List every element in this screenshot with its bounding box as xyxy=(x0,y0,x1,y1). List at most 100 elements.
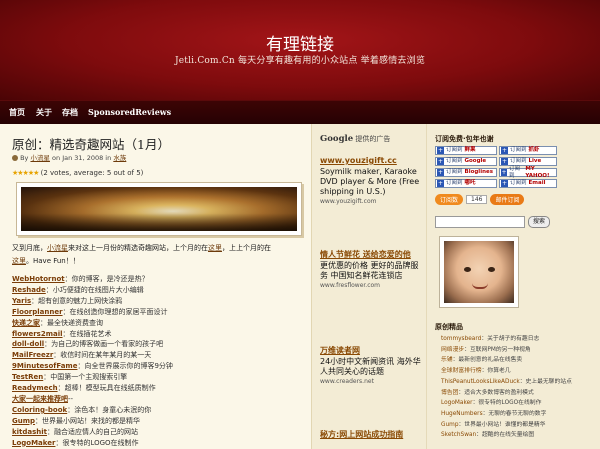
rating-stars-icon[interactable]: ★★★★★ xyxy=(12,169,39,177)
featured-link[interactable]: HugeNumbers xyxy=(441,411,483,417)
baby-photo xyxy=(439,236,519,308)
featured-link[interactable]: Gump xyxy=(441,422,459,428)
email-subscribe-button[interactable]: 邮件订阅 xyxy=(490,194,525,205)
ad-title[interactable]: www.youzigift.cc xyxy=(320,156,424,166)
site-link[interactable]: WebHotornot xyxy=(12,275,65,283)
subscribe-button[interactable]: + 订阅到 MY YAHOO! xyxy=(499,165,557,179)
site-list-item: WebHotornot：你的博客，是冷还是热？ xyxy=(12,274,308,285)
subscribe-service: Live xyxy=(528,158,542,164)
ad-title[interactable]: 万维读者网 xyxy=(320,346,424,356)
site-description: ：最全快递资费查询 xyxy=(40,318,103,327)
site-list: WebHotornot：你的博客，是冷还是热？ Reshade：小巧便捷的在线图片… xyxy=(12,274,308,449)
ad-body: Soymilk maker, Karaoke DVD player & More… xyxy=(320,167,420,196)
intro-text: 又到月底， xyxy=(12,244,47,252)
site-link[interactable]: Yaris xyxy=(12,297,31,305)
site-link[interactable]: Floorplanner xyxy=(12,308,63,316)
right-sidebar: 订阅免费·包年也谢 + 订阅到 鲜果 + 订阅到 抓虾 + 订阅到 Google + 订阅到 Live… xyxy=(426,124,600,449)
eye-shape xyxy=(488,267,495,272)
intro-link-two-months[interactable]: 这里 xyxy=(12,257,26,265)
subscribe-button[interactable]: + 订阅到 Bloglines xyxy=(435,168,497,177)
intro-author-link[interactable]: 小流星 xyxy=(47,244,68,252)
nav-archive[interactable]: 存档 xyxy=(62,107,78,118)
subscribe-label: 订阅到 xyxy=(509,165,521,179)
subscribe-buttons: + 订阅到 鲜果 + 订阅到 抓虾 + 订阅到 Google + 订阅到 Live + 订阅到 Blogli… xyxy=(435,146,597,190)
site-list-item: LogoMaker：很专特的LOGO在线制作 xyxy=(12,438,308,449)
featured-link[interactable]: LogoMaker xyxy=(441,400,473,406)
post-rating[interactable]: ★★★★★ (2 votes, average: 5 out of 5) xyxy=(12,169,143,177)
site-link[interactable]: 快递之家 xyxy=(12,319,40,327)
featured-link-desc: ：史上最无聊的站点 xyxy=(519,378,572,385)
post-title[interactable]: 原创：精选奇趣网站（1月） xyxy=(12,134,170,153)
featured-link[interactable]: 博告团 xyxy=(441,390,458,396)
site-link[interactable]: LogoMaker xyxy=(12,439,55,447)
featured-link[interactable]: 全球财富排行榜 xyxy=(441,368,482,374)
featured-link[interactable]: ThisPeanutLooksLikeADuck xyxy=(441,379,520,385)
nav-home[interactable]: 首页 xyxy=(9,107,25,118)
site-description: ：融合适应情人的自己的网站 xyxy=(47,427,139,436)
site-link[interactable]: Reshade xyxy=(12,286,46,294)
ad-block[interactable]: 万维读者网 24小时中文新闻资讯 海外华人共同关心的话题 www.creader… xyxy=(320,346,424,385)
site-list-item: doll-doll：为自己的博客做画一个看家的孩子吧 xyxy=(12,339,308,350)
site-list-item: 大家一起来推荐吧-- xyxy=(12,394,308,405)
site-link[interactable]: flowers2mail xyxy=(12,330,63,338)
intro-link-last-month[interactable]: 这里 xyxy=(208,244,222,252)
ad-block[interactable]: www.youzigift.cc Soymilk maker, Karaoke … xyxy=(320,156,424,205)
subscribe-button[interactable]: + 订阅到 鲜果 xyxy=(435,146,497,155)
featured-link[interactable]: 网络漫步 xyxy=(441,347,464,353)
site-link[interactable]: TestRen xyxy=(12,373,43,381)
featured-link[interactable]: 乐铺 xyxy=(441,357,453,363)
nav-sponsored-reviews[interactable]: SponsoredReviews xyxy=(88,107,171,117)
site-link[interactable]: Readymech xyxy=(12,384,58,392)
search-button[interactable]: 搜索 xyxy=(528,216,550,228)
feed-count-label[interactable]: 订阅数 xyxy=(435,194,464,205)
rating-text: (2 votes, average: 5 out of 5) xyxy=(40,169,144,177)
site-link[interactable]: doll-doll xyxy=(12,340,44,348)
subscribe-label: 订阅到 xyxy=(446,169,463,175)
site-link[interactable]: 9MinutesofFame xyxy=(12,362,77,370)
intro-text: 。Have Fun！！ xyxy=(26,257,80,265)
meta-date: on Jan 31, 2008 in xyxy=(52,154,112,162)
subscribe-button[interactable]: + 订阅到 抓虾 xyxy=(499,146,557,155)
plus-icon: + xyxy=(437,180,444,187)
site-description: Jetli.Com.Cn 每天分享有趣有用的小众站点 举着感情去浏览 xyxy=(174,56,426,66)
subscribe-label: 订阅到 xyxy=(510,180,527,186)
ad-block[interactable]: 秘方:网上网站成功指南 xyxy=(320,430,424,440)
site-link[interactable]: 大家一起来推荐吧 xyxy=(12,395,68,403)
featured-link-item: 网络漫步：互联网PM的另一种视角 xyxy=(441,345,600,356)
category-link[interactable]: 水族 xyxy=(113,154,126,162)
nav-about[interactable]: 关于 xyxy=(36,107,52,118)
site-link[interactable]: kitdashit xyxy=(12,428,47,436)
featured-link-item: LogoMaker：很专特的LOGO在线制作 xyxy=(441,398,600,409)
site-list-item: Coloring-book：涂色本！身童心未泯的你 xyxy=(12,405,308,416)
ad-title[interactable]: 情人节鲜花 送给恋爱的他 xyxy=(320,250,424,260)
site-list-item: kitdashit：融合适应情人的自己的网站 xyxy=(12,427,308,438)
featured-link[interactable]: tommysbeard xyxy=(441,336,481,342)
site-link[interactable]: Coloring-book xyxy=(12,406,67,414)
subscribe-button[interactable]: + 订阅到 Email xyxy=(499,179,557,188)
ad-url[interactable]: www.fresflower.com xyxy=(320,282,424,289)
site-description: ：中国第一个主观搜索引擎 xyxy=(43,373,128,382)
site-link[interactable]: MailFreezr xyxy=(12,351,53,359)
ad-block[interactable]: 情人节鲜花 送给恋爱的他 更优惠的价格 更好的品牌服务 中国知名鲜花连锁店 ww… xyxy=(320,250,424,289)
featured-link-desc: ：你算老几 xyxy=(481,368,511,375)
featured-link-desc: ：世界最小网站！谁懂的都是精华 xyxy=(458,421,546,428)
site-list-item: flowers2mail：在线插花艺术 xyxy=(12,329,308,340)
author-link[interactable]: 小流星 xyxy=(30,154,50,162)
site-description: ：超棒！模型玩具在线纸质制作 xyxy=(57,384,156,393)
search-input[interactable] xyxy=(435,216,525,228)
subscribe-button[interactable]: + 订阅到 哪吒 xyxy=(435,179,497,188)
subscribe-title: 订阅免费·包年也谢 xyxy=(435,135,494,143)
site-link[interactable]: Gump xyxy=(12,417,35,425)
plus-icon: + xyxy=(501,180,508,187)
featured-link-item: tommysbeard：关于胡子的有趣日志 xyxy=(441,334,600,345)
ad-title[interactable]: 秘方:网上网站成功指南 xyxy=(320,430,424,440)
featured-link-item: HugeNumbers：无聊的春节无聊的数字 xyxy=(441,409,600,420)
featured-link[interactable]: SketchSwan xyxy=(441,432,476,438)
post-meta: By 小流星 on Jan 31, 2008 in 水族 xyxy=(12,152,126,162)
ad-url[interactable]: www.creaders.net xyxy=(320,378,424,385)
subscribe-button[interactable]: + 订阅到 Google xyxy=(435,157,497,166)
site-title[interactable]: 有理链接 xyxy=(0,30,600,55)
ad-url[interactable]: www.youzigift.com xyxy=(320,198,424,205)
ad-body: 24小时中文新闻资讯 海外华人共同关心的话题 xyxy=(320,357,421,376)
subscribe-row: + 订阅到 鲜果 + 订阅到 抓虾 xyxy=(435,146,597,155)
